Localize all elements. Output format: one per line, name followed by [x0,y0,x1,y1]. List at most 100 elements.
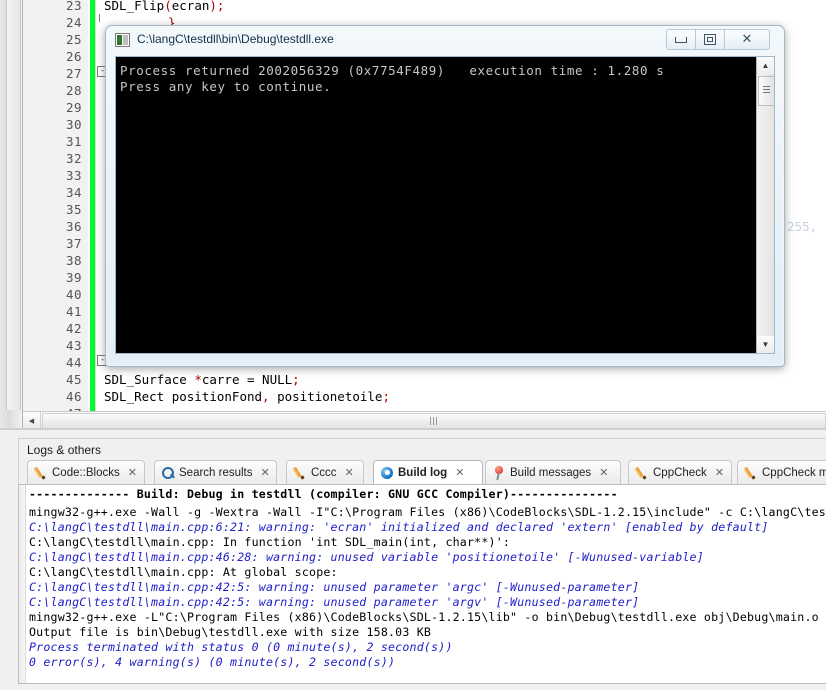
line-number: 31 [65,134,82,149]
console-output-line: Press any key to continue. [120,79,332,94]
log-line: -------------- Build: Debug in testdll (… [29,487,618,501]
editor-vertical-scrollbar[interactable] [6,0,21,410]
code-token: SDL_Flip [104,0,165,13]
console-output-line: Process returned 2002056329 (0x7754F489)… [120,63,665,78]
close-icon[interactable]: ✕ [715,466,724,479]
line-number: 46 [65,389,82,404]
log-line: 0 error(s), 4 warning(s) (0 minute(s), 2… [29,655,396,669]
code-line-23: SDL_Flip(ecran); [104,0,224,14]
code-token-punct: ); [209,0,225,13]
log-line: C:\langC\testdll\main.cpp: In function '… [29,535,511,549]
pencil-icon [744,466,758,480]
tab-build-messages[interactable]: Build messages ✕ [485,460,621,484]
tab-cccc[interactable]: Cccc ✕ [286,460,364,484]
tab-code-blocks[interactable]: Code::Blocks ✕ [27,460,145,484]
log-line: mingw32-g++.exe -Wall -g -Wextra -Wall -… [29,505,826,519]
logs-panel-title: Logs & others [18,438,826,460]
editor-line-number-gutter: 23 24 25 26 27 28 29 30 31 32 33 34 35 3… [23,0,88,421]
line-number: 24 [65,15,82,30]
scroll-down-button[interactable]: ▼ [757,336,774,353]
line-number: 45 [65,372,82,387]
code-token-punct: * [194,372,202,387]
close-icon[interactable]: ✕ [128,466,137,479]
line-number: 36 [65,219,82,234]
code-token-punct: ; [292,372,300,387]
tab-label: Code::Blocks [52,466,120,479]
pencil-icon [34,466,48,480]
close-button[interactable]: ✕ [724,29,770,50]
scroll-thumb[interactable] [42,413,826,429]
tab-cppcheck-messages[interactable]: CppCheck messages [737,460,826,484]
close-icon[interactable]: ✕ [345,466,354,479]
line-number: 23 [65,0,82,13]
line-number: 27 [65,66,82,81]
line-number: 38 [65,253,82,268]
console-app-icon [115,33,130,47]
log-line: C:\langC\testdll\main.cpp: At global sco… [29,565,338,579]
close-icon[interactable]: ✕ [455,466,464,479]
code-token-punct: ( [164,0,172,13]
scroll-grip-icon [430,417,439,425]
code-token: positionetoile [269,389,383,404]
scroll-grip-icon [763,86,770,94]
pencil-icon [635,466,649,480]
console-window[interactable]: C:\langC\testdll\bin\Debug\testdll.exe ✕… [105,25,785,367]
logs-panel: Logs & others Code::Blocks ✕ Search resu… [0,430,826,690]
tab-label: Build messages [510,466,592,479]
log-gutter [19,485,26,683]
maximize-icon [704,34,716,45]
line-number: 30 [65,117,82,132]
tab-label: CppCheck messages [762,466,826,479]
line-number: 35 [65,202,82,217]
line-number: 44 [65,355,82,370]
fold-stub [99,14,100,22]
code-token: ecran [171,0,210,13]
line-number: 25 [65,32,82,47]
line-number: 43 [65,338,82,353]
tab-label: CppCheck [653,466,707,479]
console-title-bar[interactable]: C:\langC\testdll\bin\Debug\testdll.exe ✕ [106,26,784,55]
editor-horizontal-scrollbar[interactable]: ◀ [23,411,826,429]
tab-search-results[interactable]: Search results ✕ [154,460,277,484]
line-number: 29 [65,100,82,115]
code-token-punct: , [262,389,270,404]
code-token: SDL_Surface [104,372,195,387]
scroll-thumb[interactable] [758,76,774,106]
scroll-up-button[interactable]: ▲ [757,57,774,74]
line-number: 42 [65,321,82,336]
editor-left-frame [0,0,23,430]
close-icon[interactable]: ✕ [599,466,608,479]
line-number: 28 [65,83,82,98]
log-line: Process terminated with status 0 (0 minu… [29,640,453,654]
log-line: C:\langC\testdll\main.cpp:46:28: warning… [29,550,704,564]
build-log-output[interactable]: -------------- Build: Debug in testdll (… [18,484,826,684]
tab-build-log[interactable]: Build log ✕ [373,460,483,484]
line-number: 40 [65,287,82,302]
code-token-punct: ; [382,389,390,404]
code-token: SDL_Rect positionFond [104,389,263,404]
log-line: C:\langC\testdll\main.cpp:42:5: warning:… [29,580,640,594]
scroll-left-button[interactable]: ◀ [23,412,41,429]
code-line-46: SDL_Rect positionFond, positionetoile; [104,388,390,405]
line-number: 33 [65,168,82,183]
code-token: carre = NULL [201,372,293,387]
console-output-area[interactable]: Process returned 2002056329 (0x7754F489)… [115,56,775,354]
log-line: C:\langC\testdll\main.cpp:42:5: warning:… [29,595,640,609]
code-line-45: SDL_Surface *carre = NULL; [104,371,300,388]
console-vertical-scrollbar[interactable]: ▲ ▼ [756,57,774,353]
close-icon: ✕ [741,32,753,47]
close-icon[interactable]: ✕ [261,466,270,479]
line-number: 26 [65,49,82,64]
pin-icon [492,465,506,480]
tab-label: Cccc [311,466,337,479]
tab-label: Search results [179,466,253,479]
maximize-button[interactable] [695,29,725,50]
minimize-icon [675,36,687,43]
tab-label: Build log [398,466,448,479]
tab-cppcheck[interactable]: CppCheck ✕ [628,460,732,484]
line-number: 41 [65,304,82,319]
line-number: 39 [65,270,82,285]
pencil-icon [293,466,307,480]
app-window: 23 24 25 26 27 28 29 30 31 32 33 34 35 3… [0,0,826,690]
minimize-button[interactable] [666,29,696,50]
